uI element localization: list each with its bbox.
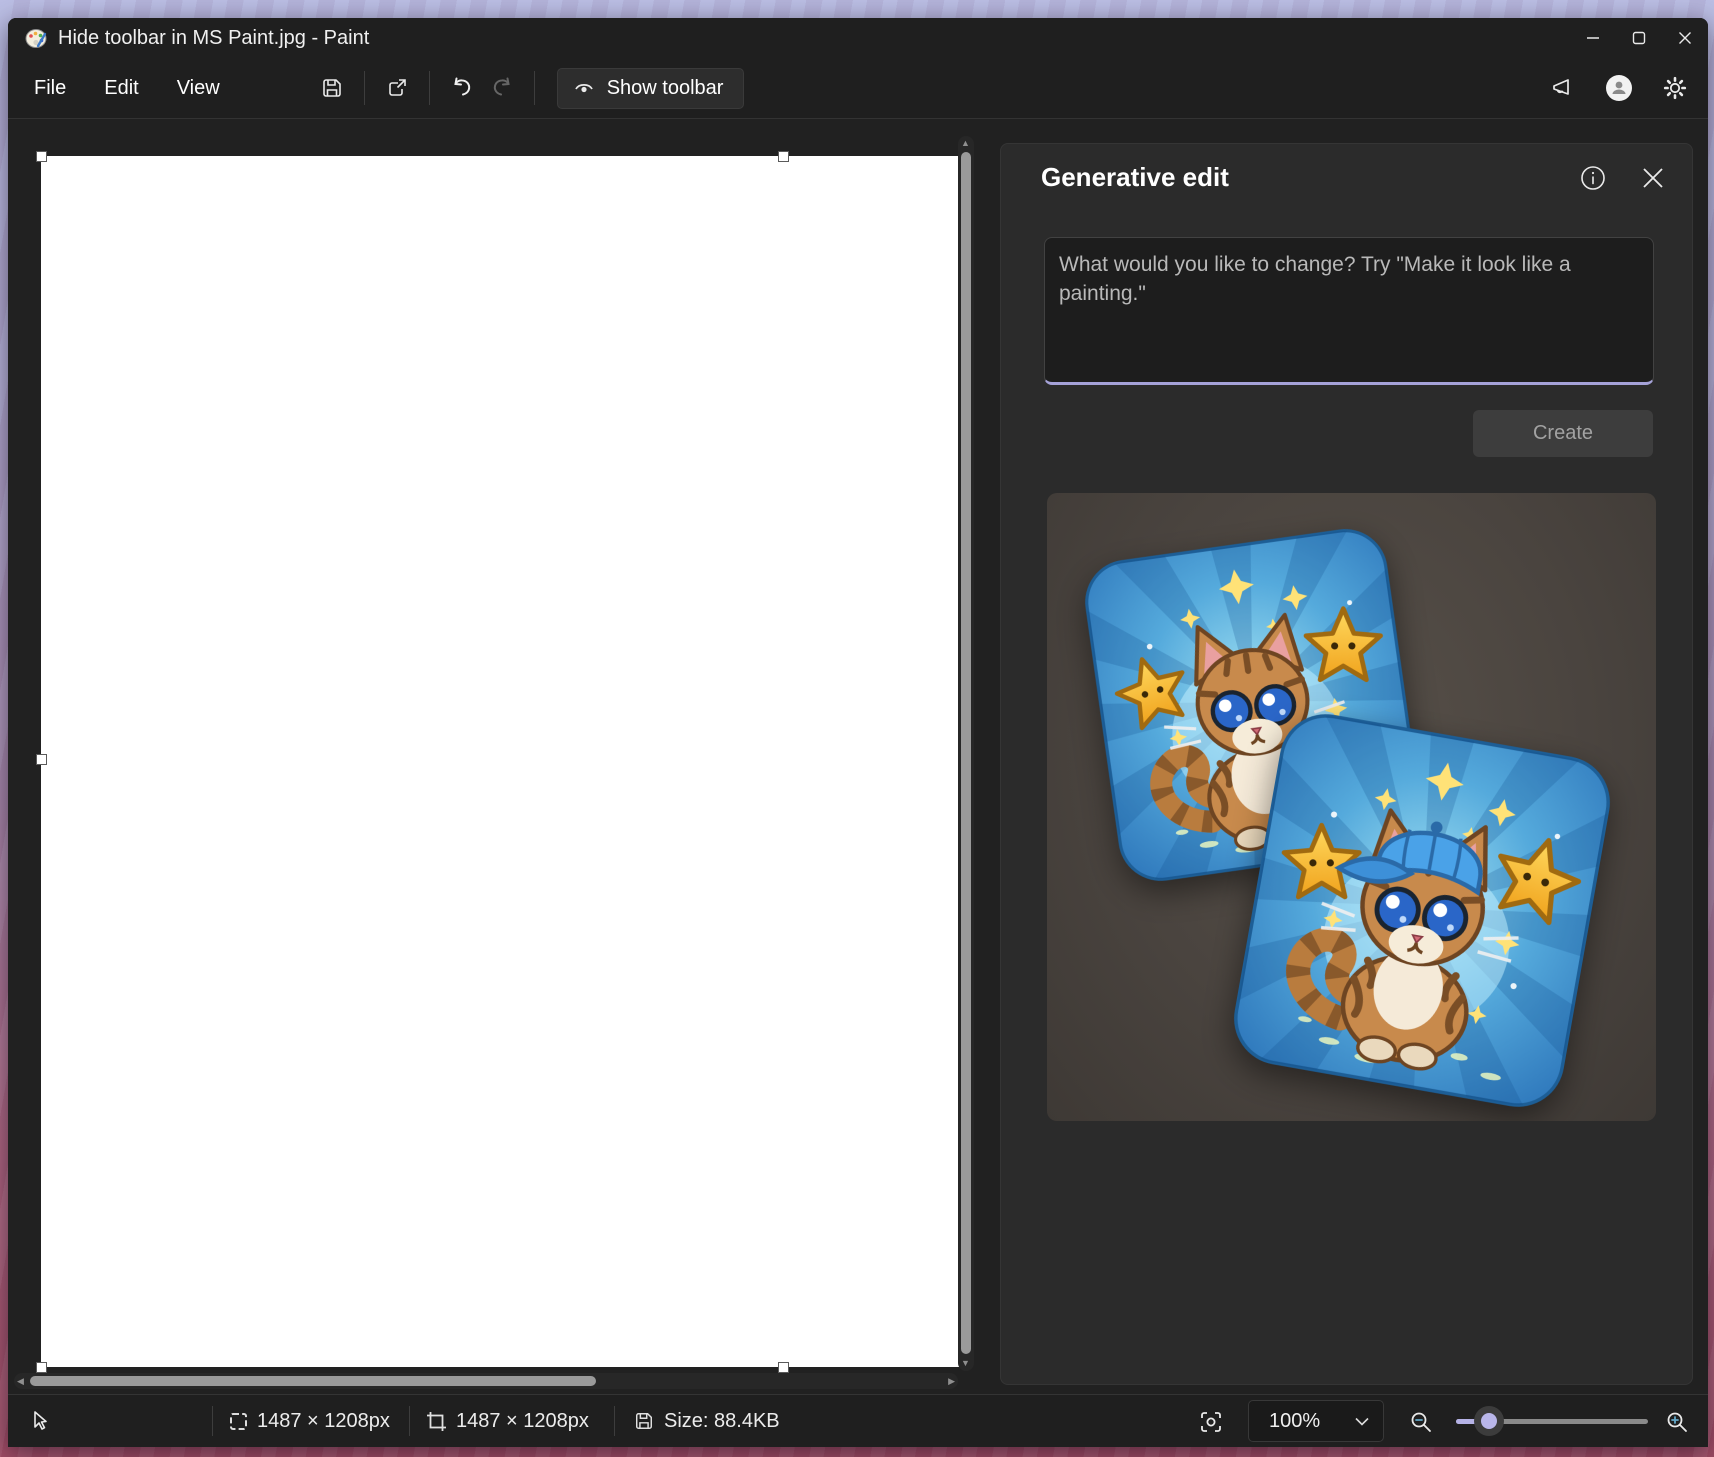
minimize-icon	[1586, 31, 1600, 45]
vertical-scrollbar-thumb[interactable]	[961, 152, 971, 1354]
file-size-indicator: Size: 88.4KB	[634, 1395, 780, 1447]
menu-bar: File Edit View	[8, 58, 1708, 119]
create-button[interactable]: Create	[1473, 410, 1653, 457]
minimize-button[interactable]	[1570, 18, 1616, 58]
fit-to-screen-button[interactable]	[1194, 1405, 1228, 1439]
save-icon	[321, 77, 343, 99]
show-toolbar-label: Show toolbar	[607, 77, 724, 100]
account-button[interactable]	[1600, 69, 1638, 107]
redo-icon	[490, 76, 514, 100]
paint-logo-icon	[24, 26, 48, 50]
share-icon	[386, 77, 408, 99]
selection-handle-bottom-middle[interactable]	[778, 1362, 789, 1373]
canvas-size-indicator: 1487 × 1208px	[427, 1395, 589, 1447]
account-icon	[1604, 73, 1634, 103]
title-bar: Hide toolbar in MS Paint.jpg - Paint	[8, 18, 1708, 58]
zoom-out-icon	[1409, 1410, 1433, 1434]
zoom-level-dropdown[interactable]: 100%	[1248, 1400, 1384, 1442]
undo-icon	[450, 76, 474, 100]
prompt-input[interactable]	[1044, 237, 1654, 385]
show-toolbar-button[interactable]: Show toolbar	[557, 68, 745, 109]
menu-file[interactable]: File	[18, 69, 82, 108]
maximize-icon	[1632, 31, 1646, 45]
canvas-size-value: 1487 × 1208px	[456, 1410, 589, 1433]
drawing-canvas[interactable]	[41, 156, 965, 1367]
zoom-in-button[interactable]	[1660, 1405, 1694, 1439]
info-icon	[1580, 165, 1606, 191]
zoom-level-value: 100%	[1269, 1410, 1320, 1433]
megaphone-icon	[1550, 75, 1576, 101]
selection-size-indicator: 1487 × 1208px	[230, 1395, 390, 1447]
selection-handle-top-middle[interactable]	[778, 151, 789, 162]
generative-edit-panel: Generative edit Create	[1000, 143, 1693, 1385]
selection-handle-middle-left[interactable]	[36, 754, 47, 765]
status-separator	[212, 1406, 213, 1436]
chevron-down-icon	[1355, 1417, 1369, 1426]
cursor-icon	[30, 1410, 50, 1432]
zoom-out-button[interactable]	[1404, 1405, 1438, 1439]
cursor-position-indicator	[30, 1395, 50, 1447]
close-icon	[1642, 167, 1664, 189]
file-size-value: Size: 88.4KB	[664, 1410, 780, 1433]
canvas-size-icon	[427, 1412, 446, 1431]
maximize-button[interactable]	[1616, 18, 1662, 58]
info-button[interactable]	[1575, 160, 1611, 196]
panel-close-button[interactable]	[1635, 160, 1671, 196]
horizontal-scrollbar-thumb[interactable]	[30, 1376, 596, 1386]
redo-button[interactable]	[482, 68, 522, 108]
selection-size-icon	[230, 1413, 247, 1430]
paint-window: Hide toolbar in MS Paint.jpg - Paint Fil…	[8, 18, 1708, 1447]
scroll-right-arrow[interactable]: ▶	[948, 1377, 955, 1386]
vertical-scrollbar[interactable]: ▲ ▼	[958, 136, 974, 1371]
fit-screen-icon	[1199, 1410, 1223, 1434]
settings-button[interactable]	[1656, 69, 1694, 107]
zoom-in-icon	[1665, 1410, 1689, 1434]
toolbar-separator	[364, 71, 365, 105]
selection-handle-top-left[interactable]	[36, 151, 47, 162]
status-bar: 1487 × 1208px 1487 × 1208px Size: 88.4KB	[8, 1394, 1708, 1447]
undo-button[interactable]	[442, 68, 482, 108]
eye-icon	[572, 76, 596, 100]
gear-icon	[1662, 75, 1688, 101]
close-icon	[1678, 31, 1692, 45]
cat-with-cap-sticker-image	[1211, 699, 1633, 1121]
close-button[interactable]	[1662, 18, 1708, 58]
toolbar-separator	[429, 71, 430, 105]
toolbar-separator	[534, 71, 535, 105]
menu-edit[interactable]: Edit	[88, 69, 154, 108]
zoom-slider-thumb-dot	[1481, 1413, 1497, 1429]
selection-handle-bottom-left[interactable]	[36, 1362, 47, 1373]
scroll-down-arrow[interactable]: ▼	[961, 1359, 970, 1368]
horizontal-scrollbar[interactable]: ◀ ▶	[14, 1373, 958, 1389]
scroll-left-arrow[interactable]: ◀	[17, 1377, 24, 1386]
status-separator	[614, 1406, 615, 1436]
save-button[interactable]	[312, 68, 352, 108]
zoom-slider[interactable]	[1456, 1395, 1648, 1447]
menu-view[interactable]: View	[161, 69, 236, 108]
panel-title: Generative edit	[1041, 162, 1229, 193]
file-size-icon	[634, 1411, 654, 1431]
feedback-button[interactable]	[1544, 69, 1582, 107]
share-button[interactable]	[377, 68, 417, 108]
status-separator	[409, 1406, 410, 1436]
generated-image-preview[interactable]	[1047, 493, 1656, 1121]
window-title: Hide toolbar in MS Paint.jpg - Paint	[58, 27, 369, 50]
selection-size-value: 1487 × 1208px	[257, 1410, 390, 1433]
scroll-up-arrow[interactable]: ▲	[961, 139, 970, 148]
